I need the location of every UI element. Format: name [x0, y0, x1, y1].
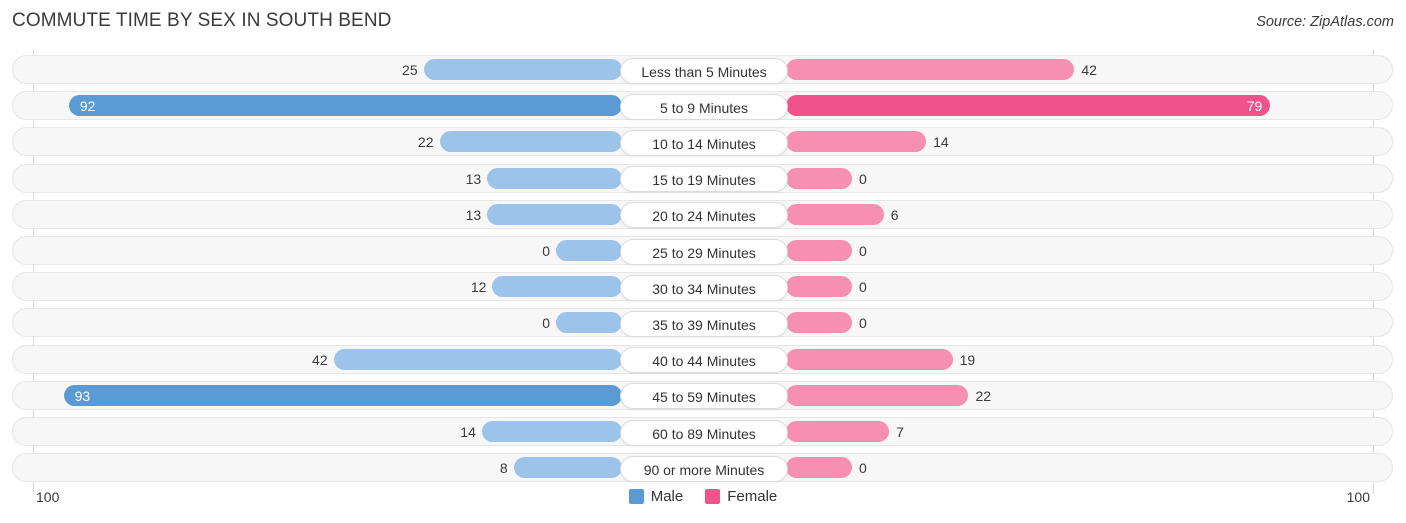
- bar-female[interactable]: [786, 457, 852, 479]
- bar-value-male: 92: [79, 98, 96, 115]
- bar-value-female: 19: [959, 351, 976, 368]
- bar-female[interactable]: [786, 348, 953, 370]
- bar-value-male: 0: [542, 243, 550, 259]
- category-label: 90 or more Minutes: [620, 455, 788, 482]
- bar-value-male: 0: [542, 315, 550, 332]
- category-label: 5 to 9 Minutes: [620, 93, 788, 120]
- bar-male[interactable]: [487, 203, 622, 225]
- category-label: 40 to 44 Minutes: [620, 347, 788, 374]
- bar-value-female: 0: [859, 279, 867, 296]
- source-attribution: Source: ZipAtlas.com: [1256, 14, 1394, 30]
- chart-container: COMMUTE TIME BY SEX IN SOUTH BEND Source…: [0, 0, 1406, 523]
- bar-value-female: 42: [1081, 62, 1097, 78]
- table-row[interactable]: 12 0 30 to 34 Minutes: [12, 272, 1393, 302]
- chart-legend: Male Female: [0, 488, 1406, 505]
- table-row[interactable]: 25 42 Less than 5 Minutes: [12, 55, 1393, 84]
- legend-swatch-female-icon: [705, 489, 721, 504]
- bar-value-male: 93: [74, 387, 91, 404]
- bar-male[interactable]: [333, 348, 622, 370]
- legend-label-female: Female: [727, 488, 778, 505]
- table-row[interactable]: 0 0 35 to 39 Minutes: [12, 308, 1393, 338]
- page-title: COMMUTE TIME BY SEX IN SOUTH BEND: [12, 10, 392, 31]
- table-row[interactable]: 8 0 90 or more Minutes: [12, 453, 1393, 483]
- bar-female[interactable]: [786, 312, 852, 334]
- category-label: 10 to 14 Minutes: [620, 129, 788, 156]
- bar-value-male: 13: [465, 170, 482, 187]
- table-row[interactable]: 42 19 40 to 44 Minutes: [12, 344, 1393, 374]
- bar-value-female: 0: [859, 170, 867, 187]
- bar-male[interactable]: [439, 131, 622, 153]
- bar-female[interactable]: [786, 95, 1271, 117]
- bar-male[interactable]: [556, 312, 622, 334]
- bar-female[interactable]: [786, 203, 884, 225]
- bar-value-female: 0: [859, 315, 867, 332]
- category-label: 25 to 29 Minutes: [620, 238, 788, 265]
- bar-female[interactable]: [786, 421, 890, 442]
- bar-male[interactable]: [68, 95, 622, 117]
- bar-female[interactable]: [786, 384, 969, 406]
- bar-value-female: 14: [933, 134, 949, 151]
- bar-value-male: 13: [465, 206, 482, 223]
- table-row[interactable]: 93 22 45 to 59 Minutes: [12, 380, 1393, 410]
- bar-value-male: 8: [499, 460, 508, 477]
- category-label: Less than 5 Minutes: [620, 57, 788, 84]
- legend-item-male[interactable]: Male: [628, 488, 684, 505]
- bar-value-male: 14: [460, 424, 476, 440]
- category-label: 45 to 59 Minutes: [620, 383, 788, 410]
- table-row[interactable]: 14 7 60 to 89 Minutes: [12, 417, 1393, 446]
- table-row[interactable]: 0 0 25 to 29 Minutes: [12, 236, 1393, 265]
- bar-value-male: 42: [312, 351, 328, 368]
- legend-label-male: Male: [650, 488, 684, 505]
- bar-female[interactable]: [786, 240, 852, 261]
- category-label: 30 to 34 Minutes: [620, 274, 788, 301]
- bar-value-female: 7: [896, 424, 904, 440]
- bar-value-female: 79: [1246, 98, 1263, 115]
- table-row[interactable]: 22 14 10 to 14 Minutes: [12, 127, 1393, 157]
- plot-area: 25 42 Less than 5 Minutes 92 79 5 to 9 Minute…: [0, 50, 1406, 494]
- bar-male[interactable]: [556, 240, 622, 261]
- bar-male[interactable]: [481, 421, 622, 442]
- bar-male[interactable]: [63, 384, 622, 406]
- bar-value-female: 6: [890, 206, 899, 223]
- bar-value-male: 22: [417, 134, 434, 151]
- bar-male[interactable]: [487, 167, 622, 189]
- legend-item-female[interactable]: Female: [705, 488, 777, 505]
- bar-value-male: 25: [402, 62, 418, 78]
- bar-female[interactable]: [786, 276, 852, 298]
- category-label: 20 to 24 Minutes: [620, 202, 788, 229]
- bar-female[interactable]: [786, 167, 852, 189]
- bar-value-male: 12: [470, 279, 487, 296]
- table-row[interactable]: 92 79 5 to 9 Minutes: [12, 91, 1393, 121]
- bar-value-female: 22: [975, 387, 992, 404]
- table-row[interactable]: 13 6 20 to 24 Minutes: [12, 199, 1393, 229]
- category-label: 60 to 89 Minutes: [620, 419, 788, 446]
- legend-swatch-male-icon: [628, 489, 644, 504]
- bar-male[interactable]: [492, 276, 622, 298]
- table-row[interactable]: 13 0 15 to 19 Minutes: [12, 163, 1393, 193]
- bar-male[interactable]: [423, 59, 622, 80]
- bar-female[interactable]: [786, 131, 927, 153]
- category-label: 15 to 19 Minutes: [620, 166, 788, 193]
- bar-value-female: 0: [859, 460, 867, 477]
- bar-female[interactable]: [786, 59, 1075, 80]
- bar-male[interactable]: [513, 457, 622, 479]
- bar-value-female: 0: [859, 243, 867, 259]
- category-label: 35 to 39 Minutes: [620, 310, 788, 337]
